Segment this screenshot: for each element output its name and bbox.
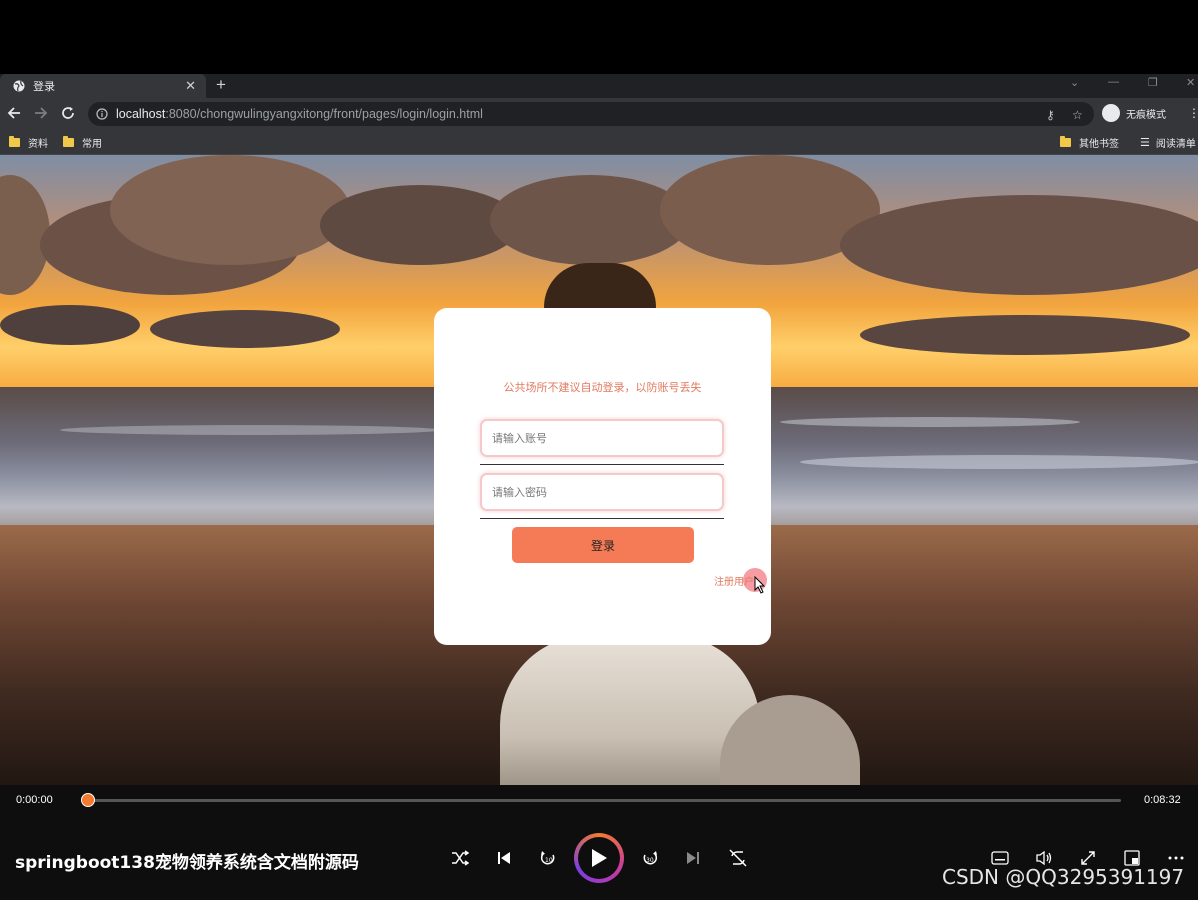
folder-icon (9, 136, 20, 147)
key-icon[interactable]: ⚷ (1046, 108, 1055, 122)
minimize-icon[interactable]: — (1108, 76, 1119, 88)
play-button[interactable] (574, 833, 624, 883)
security-tip: 公共场所不建议自动登录，以防账号丢失 (503, 381, 702, 394)
incognito-label: 无痕模式 (1126, 109, 1166, 121)
bookmark-folder-ziliao[interactable]: 资料 (9, 135, 48, 150)
url-path: :8080/chongwulingyangxitong/front/pages/… (165, 107, 483, 121)
account-input[interactable] (480, 419, 724, 457)
menu-icon[interactable]: ⋮ (1188, 106, 1198, 120)
reading-list-button[interactable]: ☰ 阅读清单 (1140, 135, 1196, 150)
next-icon[interactable] (682, 847, 704, 869)
bookmarks-bar: 资料 常用 其他书签 ☰ 阅读清单 (0, 130, 1198, 155)
bookmark-folder-other[interactable]: 其他书签 (1060, 135, 1119, 150)
video-title: springboot138宠物领养系统含文档附源码 (15, 853, 359, 873)
svg-text:30: 30 (646, 857, 654, 864)
svg-text:10: 10 (545, 857, 553, 864)
account-underline (480, 464, 724, 465)
play-icon (592, 849, 607, 867)
watermark: CSDN @QQ3295391197 (942, 865, 1185, 889)
folder-icon (1060, 136, 1071, 147)
current-time: 0:00:00 (16, 794, 53, 806)
password-input[interactable] (480, 473, 724, 511)
register-link[interactable]: 注册用户 (714, 573, 754, 588)
bookmark-label: 其他书签 (1079, 139, 1119, 150)
seek-bar[interactable] (88, 799, 1121, 802)
bookmark-label: 常用 (82, 139, 102, 150)
reading-list-label: 阅读清单 (1155, 139, 1196, 150)
rewind-10-icon[interactable]: 10 (537, 847, 559, 869)
restore-icon[interactable]: ❐ (1148, 76, 1158, 89)
forward-30-icon[interactable]: 30 (639, 847, 661, 869)
back-icon[interactable] (5, 104, 23, 122)
mouse-cursor-icon (754, 576, 766, 594)
close-window-icon[interactable]: ✕ (1186, 76, 1195, 89)
tab-search-icon[interactable]: ⌄ (1070, 76, 1079, 89)
incognito-icon (1102, 104, 1120, 122)
page-viewport: 公共场所不建议自动登录，以防账号丢失 登录 注册用户 (0, 155, 1198, 785)
seek-handle[interactable] (81, 793, 95, 807)
reload-icon[interactable] (59, 104, 77, 122)
previous-icon[interactable] (493, 847, 515, 869)
bookmark-folder-changyong[interactable]: 常用 (63, 135, 102, 150)
repeat-off-icon[interactable] (727, 847, 749, 869)
shuffle-icon[interactable] (449, 847, 471, 869)
tab-strip: 登录 ✕ + ⌄ — ❐ ✕ (0, 74, 1198, 98)
tab-title: 登录 (33, 80, 55, 93)
incognito-indicator[interactable]: 无痕模式 (1102, 104, 1166, 122)
bookmark-label: 资料 (28, 139, 48, 150)
account-field-wrap (480, 572, 724, 610)
login-button[interactable]: 登录 (512, 527, 694, 563)
active-tab[interactable]: 登录 ✕ (0, 74, 206, 98)
browser-toolbar: localhost:8080/chongwulingyangxitong/fro… (0, 98, 1198, 130)
close-tab-icon[interactable]: ✕ (185, 78, 196, 94)
password-field (480, 473, 724, 519)
site-info-icon[interactable] (96, 108, 108, 120)
account-field (480, 419, 724, 465)
forward-icon[interactable] (32, 104, 50, 122)
reading-list-icon: ☰ (1140, 136, 1150, 149)
url-host: localhost (116, 107, 166, 121)
bookmark-star-icon[interactable]: ☆ (1072, 108, 1083, 122)
video-player-bar: 0:00:00 0:08:32 springboot138宠物领养系统含文档附源… (0, 785, 1198, 900)
globe-icon (13, 80, 25, 92)
new-tab-icon[interactable]: + (216, 75, 226, 95)
folder-icon (63, 136, 74, 147)
login-card: 公共场所不建议自动登录，以防账号丢失 登录 注册用户 (434, 308, 771, 645)
address-bar[interactable]: localhost:8080/chongwulingyangxitong/fro… (88, 102, 1094, 126)
password-underline (480, 518, 724, 519)
total-time: 0:08:32 (1144, 794, 1181, 806)
